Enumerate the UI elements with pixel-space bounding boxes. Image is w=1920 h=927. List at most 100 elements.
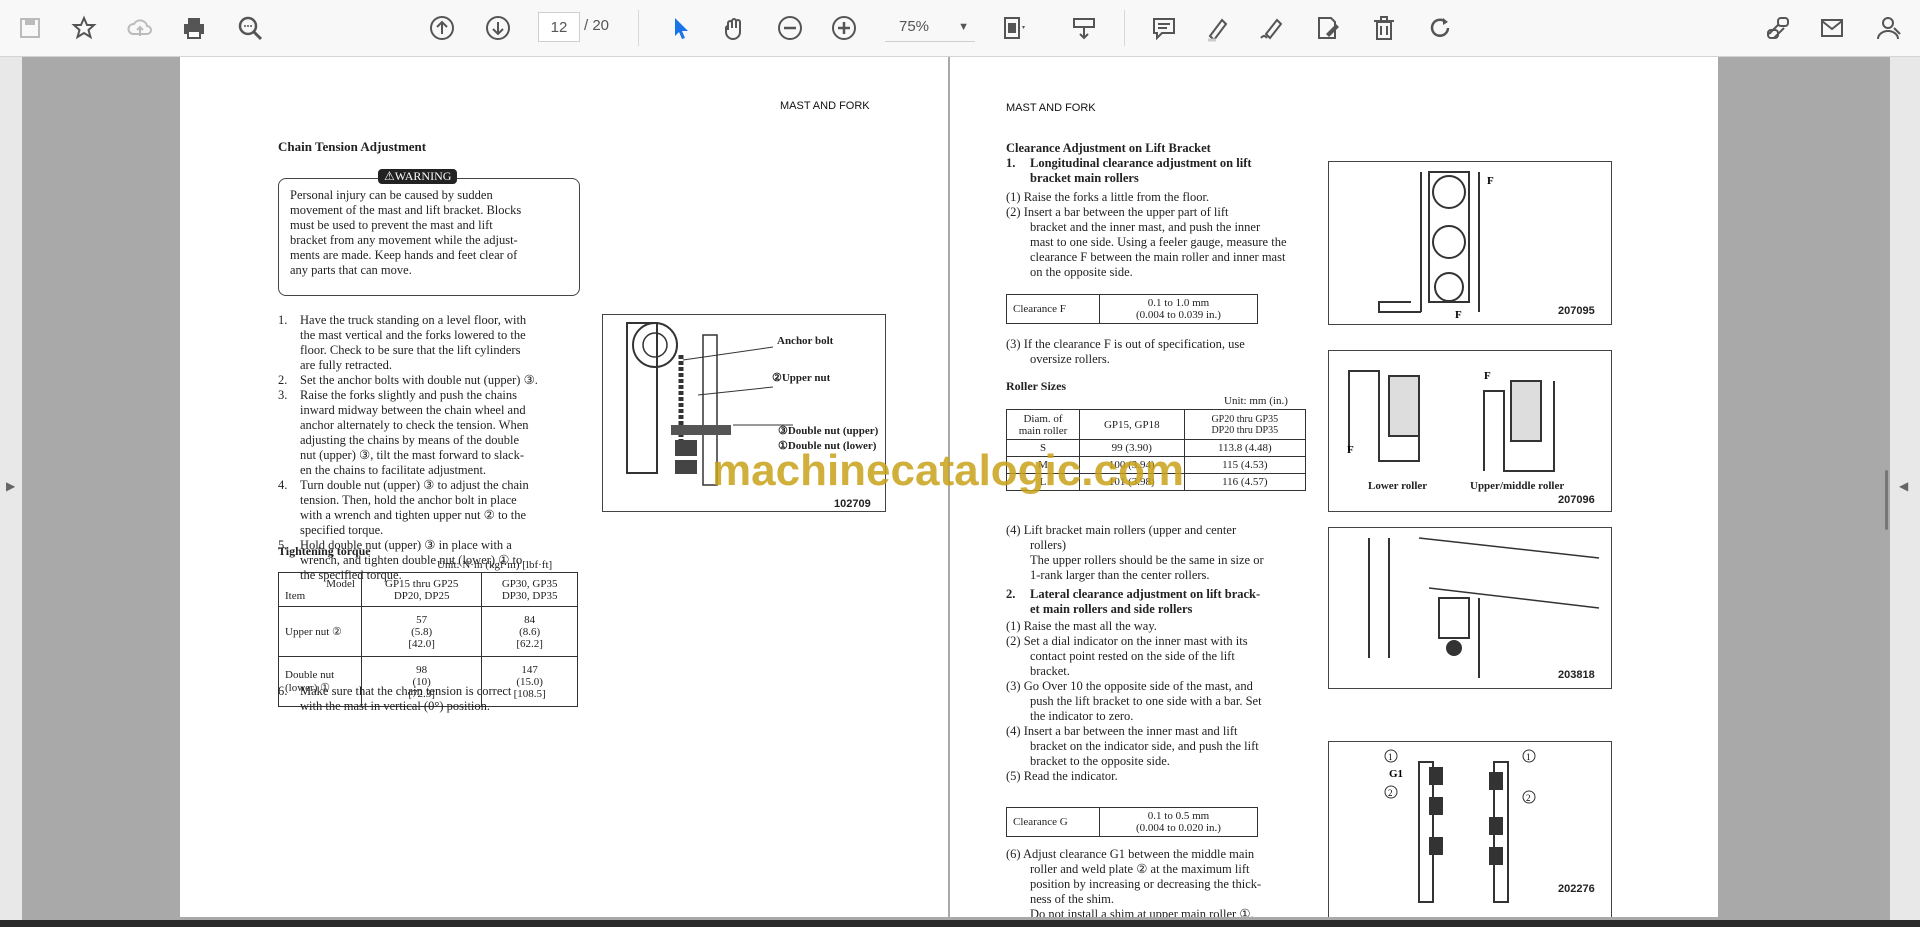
clearance-f-table: Clearance F 0.1 to 1.0 mm (0.004 to 0.039… bbox=[1006, 294, 1258, 324]
svg-text:F: F bbox=[1487, 175, 1494, 187]
step-line: tension. Then, hold the anchor bolt in p… bbox=[278, 493, 578, 508]
draw-pen-icon[interactable] bbox=[1254, 10, 1290, 46]
sub-text: et main rollers and side rollers bbox=[1030, 602, 1193, 616]
fig-label: Anchor bolt bbox=[777, 335, 834, 347]
text-line: (2) Set a dial indicator on the inner ma… bbox=[1006, 634, 1248, 648]
text-line: (2) Insert a bar between the upper part … bbox=[1006, 205, 1229, 219]
text-line: ness of the shim. bbox=[1030, 892, 1115, 906]
figure-number: 203818 bbox=[1558, 669, 1595, 681]
text-line: bracket to the opposite side. bbox=[1030, 754, 1170, 768]
table-header: Model bbox=[326, 577, 355, 590]
paragraph-3: (4) Lift bracket main rollers (upper and… bbox=[1006, 523, 1316, 583]
svg-text:F: F bbox=[1347, 444, 1354, 456]
highlight-pen-icon[interactable] bbox=[1200, 10, 1236, 46]
comment-icon[interactable] bbox=[1146, 10, 1182, 46]
step-line: 2. Set the anchor bolts with double nut (… bbox=[278, 373, 578, 388]
step-number: 3. bbox=[278, 388, 288, 402]
redo-rotate-icon[interactable] bbox=[1422, 10, 1458, 46]
sub-number: 2. bbox=[1006, 587, 1016, 601]
select-cursor-icon[interactable] bbox=[662, 10, 698, 46]
section-title: Chain Tension Adjustment bbox=[278, 139, 427, 154]
figure-number: 102709 bbox=[834, 498, 871, 510]
step-line: with a wrench and tighten upper nut ② to… bbox=[278, 508, 578, 523]
step-number: 1. bbox=[278, 313, 288, 327]
figure-number: 202276 bbox=[1558, 883, 1595, 895]
svg-text:2: 2 bbox=[1526, 793, 1531, 803]
table-cell: Clearance G bbox=[1006, 807, 1100, 837]
warning-label: ⚠WARNING bbox=[378, 169, 458, 184]
hand-tool-icon[interactable] bbox=[716, 10, 752, 46]
warning-line: movement of the mast and lift bracket. B… bbox=[290, 203, 522, 217]
page-header: MAST AND FORK bbox=[1006, 102, 1096, 114]
sub-text: Lateral clearance adjustment on lift bra… bbox=[1030, 587, 1261, 601]
text-line: bracket and the inner mast, and push the… bbox=[1030, 220, 1261, 234]
step-line: 3. Raise the forks slightly and push the … bbox=[278, 388, 578, 403]
edit-document-icon[interactable] bbox=[1310, 10, 1346, 46]
step-line: nut (upper) ③, tilt the mast forward to … bbox=[278, 448, 578, 463]
step-line: adjusting the chains by means of the dou… bbox=[278, 433, 578, 448]
svg-text:G1: G1 bbox=[1389, 768, 1403, 780]
zoom-in-icon[interactable] bbox=[826, 10, 862, 46]
text-line: (6) Adjust clearance G1 between the midd… bbox=[1006, 847, 1255, 861]
step-text: the mast vertical and the forks lowered … bbox=[300, 328, 526, 342]
paragraph-5: (6) Adjust clearance G1 between the midd… bbox=[1006, 847, 1316, 917]
user-account-icon[interactable] bbox=[1870, 10, 1906, 46]
step-line: inward midway between the chain wheel an… bbox=[278, 403, 578, 418]
vertical-scrollbar[interactable] bbox=[1885, 470, 1888, 530]
zoom-search-icon[interactable] bbox=[232, 10, 268, 46]
svg-text:F: F bbox=[1455, 309, 1462, 321]
text-line: oversize rollers. bbox=[1030, 352, 1110, 366]
zoom-level-dropdown[interactable]: 75% ▼ bbox=[885, 12, 975, 42]
page-number-input[interactable]: 12 bbox=[538, 12, 580, 42]
table-cell: 115 (4.53) bbox=[1183, 456, 1307, 474]
bookmark-star-icon[interactable] bbox=[66, 10, 102, 46]
watermark: machinecatalogic.com bbox=[712, 446, 1184, 495]
warning-line: ments are made. Keep hands and feet clea… bbox=[290, 248, 518, 262]
previous-page-icon[interactable] bbox=[424, 10, 460, 46]
table-header-corner: Model Item bbox=[278, 572, 362, 607]
figure-number: 207096 bbox=[1558, 494, 1595, 506]
text-line: clearance F between the main roller and … bbox=[1030, 250, 1286, 264]
cell-line: (0.004 to 0.039 in.) bbox=[1136, 309, 1221, 321]
text-line: bracket. bbox=[1030, 664, 1070, 678]
delete-trash-icon[interactable] bbox=[1366, 10, 1402, 46]
table-cell: 116 (4.57) bbox=[1183, 473, 1307, 491]
step-number: 2. bbox=[278, 373, 288, 387]
share-link-icon[interactable] bbox=[1760, 10, 1796, 46]
dial-indicator-diagram bbox=[1368, 537, 1600, 678]
figure-longitudinal: F F bbox=[1328, 161, 1612, 325]
zoom-out-icon[interactable] bbox=[772, 10, 808, 46]
procedure-steps: 1. Have the truck standing on a level flo… bbox=[278, 313, 578, 583]
email-icon[interactable] bbox=[1814, 10, 1850, 46]
table-header: GP15 thru GP25 DP20, DP25 bbox=[360, 572, 483, 607]
table-cell: 0.1 to 1.0 mm (0.004 to 0.039 in.) bbox=[1099, 294, 1258, 324]
step-text: tension. Then, hold the anchor bolt in p… bbox=[300, 493, 517, 507]
step-text: are fully retracted. bbox=[300, 358, 392, 372]
longitudinal-clearance-diagram: F F bbox=[1378, 171, 1494, 321]
text-line: roller and weld plate ② at the maximum l… bbox=[1030, 862, 1250, 876]
right-panel-toggle[interactable]: ◀ bbox=[1890, 57, 1920, 927]
bottom-bar bbox=[0, 920, 1920, 927]
text-line: mast to one side. Using a feeler gauge, … bbox=[1030, 235, 1287, 249]
text-line: (1) Raise the forks a little from the fl… bbox=[1006, 190, 1210, 204]
clearance-g-table: Clearance G 0.1 to 0.5 mm (0.004 to 0.020… bbox=[1006, 807, 1258, 837]
text-line: (4) Lift bracket main rollers (upper and… bbox=[1006, 523, 1237, 537]
torque-unit: Unit: N·m (kgf·m) [lbf·ft] bbox=[437, 559, 553, 571]
step-number: 6. bbox=[278, 684, 288, 698]
step-text: Have the truck standing on a level floor… bbox=[300, 313, 527, 327]
table-cell: 113.8 (4.48) bbox=[1183, 439, 1307, 457]
print-icon[interactable] bbox=[176, 10, 212, 46]
paragraph-2: (3) If the clearance F is out of specifi… bbox=[1006, 337, 1316, 367]
text-line: on the opposite side. bbox=[1030, 265, 1133, 279]
upload-cloud-icon[interactable] bbox=[122, 10, 158, 46]
table-cell: Clearance F bbox=[1006, 294, 1100, 324]
save-icon[interactable] bbox=[12, 10, 48, 46]
left-panel-toggle[interactable]: ▶ bbox=[0, 57, 22, 927]
text-line: position by increasing or decreasing the… bbox=[1030, 877, 1262, 891]
next-page-icon[interactable] bbox=[480, 10, 516, 46]
zoom-value: 75% bbox=[899, 18, 930, 35]
scroll-mode-icon[interactable] bbox=[1066, 10, 1102, 46]
step-line: floor. Check to be sure that the lift cy… bbox=[278, 343, 578, 358]
page-fit-icon[interactable] bbox=[996, 10, 1032, 46]
table-cell: Upper nut ② bbox=[278, 606, 362, 657]
